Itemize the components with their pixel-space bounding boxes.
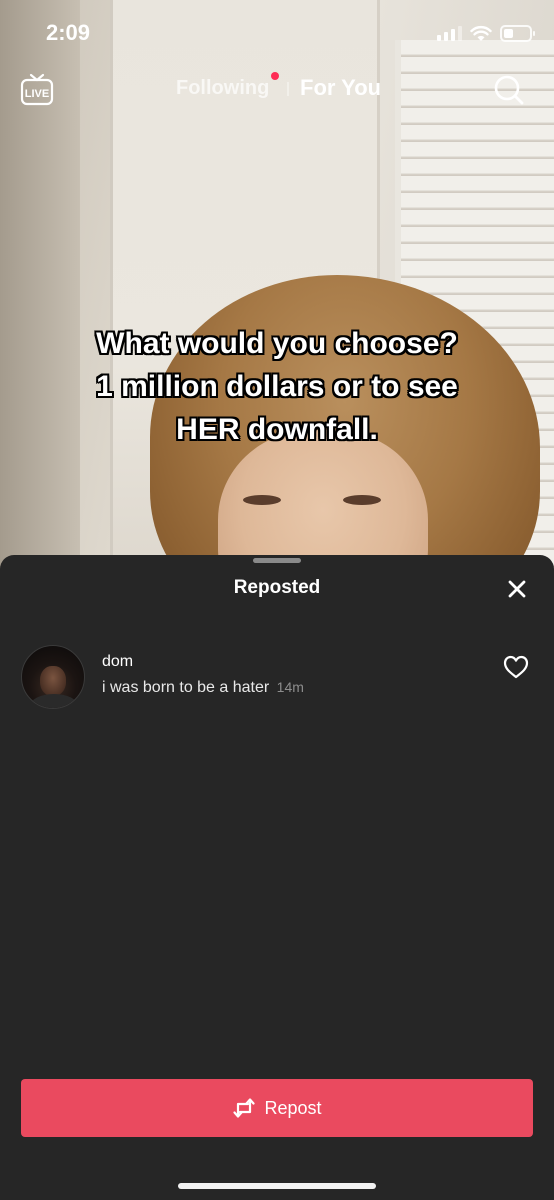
home-indicator[interactable] — [178, 1183, 376, 1189]
tab-following[interactable]: Following — [176, 77, 269, 100]
tab-for-you[interactable]: For You — [300, 75, 381, 101]
repost-button-label: Repost — [264, 1097, 322, 1118]
repost-comment: i was born to be a hater 14m — [102, 679, 304, 697]
status-icons — [437, 22, 535, 44]
avatar[interactable] — [21, 645, 85, 709]
caption-line: 1 million dollars or to see — [96, 370, 458, 403]
tab-divider — [287, 82, 289, 96]
repost-icon — [233, 1098, 256, 1118]
repost-comment-text: i was born to be a hater — [102, 679, 270, 696]
reposted-sheet: Reposted dom i was born to be a hater 14… — [0, 555, 554, 1200]
signal-icon — [437, 25, 462, 41]
caption-line: HER downfall. — [176, 413, 378, 446]
sheet-title: Reposted — [233, 577, 321, 598]
avatar-body — [30, 694, 78, 708]
battery-icon — [500, 24, 535, 42]
avatar-face — [40, 666, 66, 696]
caption-line: What would you choose? — [96, 327, 458, 360]
feed-tabs: Following For You — [0, 72, 554, 104]
wifi-icon — [470, 25, 492, 41]
reposter-name[interactable]: dom — [102, 653, 133, 671]
video-person-eye — [343, 495, 381, 505]
close-icon[interactable] — [505, 577, 529, 601]
repost-button[interactable]: Repost — [21, 1079, 533, 1137]
sheet-drag-handle[interactable] — [253, 558, 301, 563]
video-caption: What would you choose? 1 million dollars… — [40, 322, 514, 451]
status-time: 2:09 — [46, 20, 91, 45]
repost-list-item[interactable]: dom i was born to be a hater 14m — [0, 645, 554, 715]
heart-icon[interactable] — [503, 655, 529, 679]
search-icon[interactable] — [493, 74, 525, 106]
notification-dot — [271, 72, 279, 80]
video-person-eye — [243, 495, 281, 505]
repost-timestamp: 14m — [276, 679, 304, 695]
